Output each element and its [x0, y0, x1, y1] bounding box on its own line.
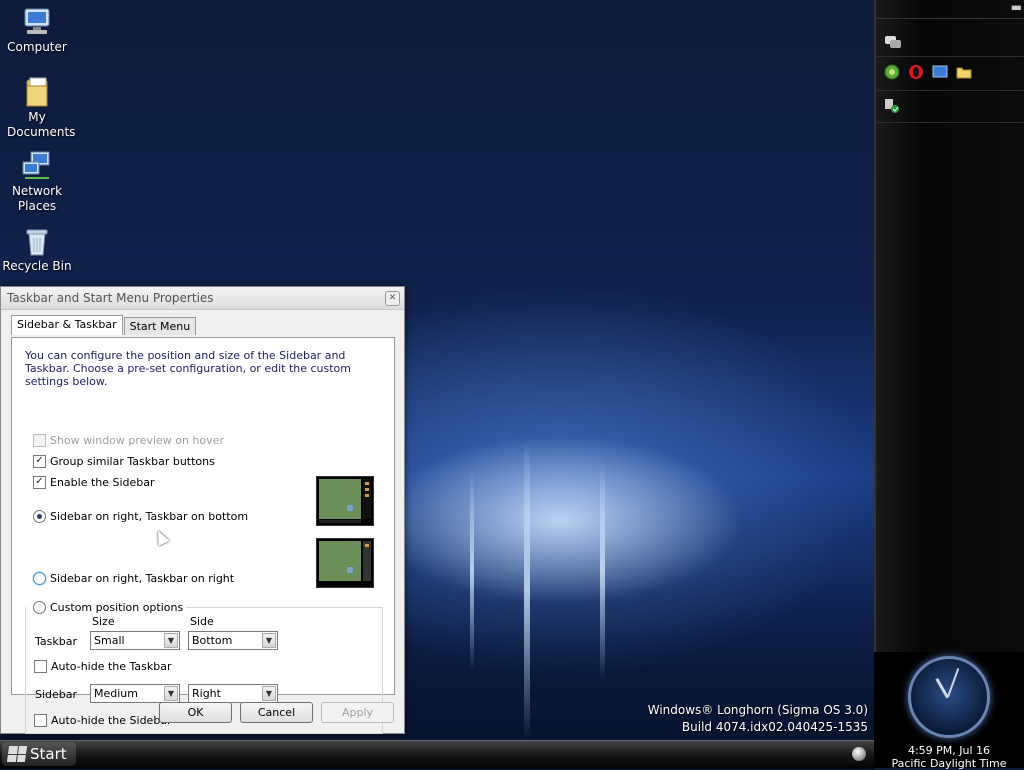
- desktop-icon-recycle-bin[interactable]: Recycle Bin: [0, 225, 74, 274]
- chat-bubble-icon[interactable]: [884, 34, 901, 50]
- folder-icon[interactable]: [956, 64, 972, 80]
- tab-sidebar-taskbar[interactable]: Sidebar & Taskbar: [11, 315, 123, 335]
- dialog-description: You can configure the position and size …: [25, 349, 352, 388]
- screen-icon[interactable]: [932, 64, 948, 80]
- desktop-icon-my-documents[interactable]: My Documents: [0, 76, 76, 140]
- green-orb-icon[interactable]: [884, 64, 900, 80]
- sidebar-quick-launch: [884, 64, 972, 80]
- apply-button[interactable]: Apply: [321, 702, 394, 723]
- taskbar-size-dropdown[interactable]: Small ▼: [90, 631, 180, 650]
- chevron-down-icon: ▼: [262, 686, 276, 701]
- taskbar-side-dropdown[interactable]: Bottom ▼: [188, 631, 278, 650]
- watermark-line-2: Build 4074.idx02.040425-1535: [681, 720, 868, 734]
- desktop-icon-network-places[interactable]: Network Places: [0, 150, 74, 214]
- windows-logo-icon: [6, 746, 28, 762]
- taskbar-side-value: Bottom: [192, 634, 233, 647]
- clock-time-text: 4:59 PM, Jul 16: [907, 744, 991, 757]
- show-preview-label: Show window preview on hover: [50, 434, 224, 447]
- dialog-title: Taskbar and Start Menu Properties: [7, 291, 214, 305]
- task-check-icon[interactable]: [884, 98, 900, 114]
- group-buttons-label[interactable]: Group similar Taskbar buttons: [50, 455, 215, 468]
- tab-panel: You can configure the position and size …: [11, 337, 395, 734]
- side-column-header: Side: [190, 615, 214, 628]
- sidebar-row-messenger: [884, 34, 901, 50]
- cancel-button[interactable]: Cancel: [240, 702, 313, 723]
- tab-start-menu[interactable]: Start Menu: [123, 317, 197, 335]
- opera-icon[interactable]: [908, 64, 924, 80]
- radio-button[interactable]: [33, 572, 46, 585]
- preview-taskbar-right-image: [316, 538, 374, 588]
- autohide-taskbar-checkbox[interactable]: [34, 660, 47, 673]
- desktop-icon-label: Network Places: [11, 184, 63, 213]
- size-column-header: Size: [92, 615, 115, 628]
- recycle-bin-icon: [21, 225, 53, 257]
- computer-icon: [21, 6, 53, 38]
- sidebar-side-dropdown[interactable]: Right ▼: [188, 684, 278, 703]
- desktop-icon-label: Recycle Bin: [2, 259, 72, 273]
- chevron-down-icon: ▼: [164, 686, 178, 701]
- dialog-tabs: Sidebar & Taskbar Start Menu: [11, 315, 197, 335]
- dialog-titlebar[interactable]: Taskbar and Start Menu Properties ✕: [1, 287, 404, 310]
- sidebar-separator: [876, 122, 1024, 123]
- tray-orb-icon[interactable]: [852, 747, 866, 761]
- radio-label[interactable]: Sidebar on right, Taskbar on bottom: [50, 510, 248, 523]
- taskbar-properties-dialog: Taskbar and Start Menu Properties ✕ Side…: [0, 286, 405, 734]
- clock-timezone-text: Pacific Daylight Time: [891, 757, 1007, 770]
- radio-button[interactable]: [33, 601, 46, 614]
- desktop-icon-label: My Documents: [7, 110, 76, 139]
- dialog-close-icon[interactable]: ✕: [385, 291, 400, 306]
- option-enable-sidebar[interactable]: ✓ Enable the Sidebar: [33, 476, 155, 489]
- desktop-icon-label: Computer: [7, 40, 67, 54]
- preview-taskbar-bottom-image: [316, 476, 374, 526]
- radio-label[interactable]: Sidebar on right, Taskbar on right: [50, 572, 234, 585]
- sidebar-side-value: Right: [192, 687, 221, 700]
- build-watermark: Windows® Longhorn (Sigma OS 3.0) Build 4…: [648, 702, 868, 736]
- sidebar-close-icon[interactable]: ▬: [1011, 0, 1022, 14]
- clock-minute-hand: [947, 668, 960, 697]
- documents-folder-icon: [21, 76, 53, 108]
- taskbar: Start: [0, 740, 874, 769]
- enable-sidebar-checkbox[interactable]: ✓: [33, 476, 46, 489]
- sidebar-size-dropdown[interactable]: Medium ▼: [90, 684, 180, 703]
- radio-sidebar-right-taskbar-right[interactable]: Sidebar on right, Taskbar on right: [33, 572, 234, 585]
- taskbar-row-label: Taskbar: [35, 635, 77, 648]
- chevron-down-icon: ▼: [164, 633, 178, 648]
- sidebar-top-bar: ▬: [876, 0, 1024, 19]
- chevron-down-icon: ▼: [262, 633, 276, 648]
- autohide-taskbar-label[interactable]: Auto-hide the Taskbar: [51, 660, 172, 673]
- autohide-sidebar-checkbox[interactable]: [34, 714, 47, 727]
- radio-custom-position[interactable]: Custom position options: [33, 601, 187, 614]
- option-autohide-taskbar[interactable]: Auto-hide the Taskbar: [34, 660, 172, 673]
- desktop-icon-computer[interactable]: Computer: [0, 6, 74, 55]
- sidebar-separator: [876, 90, 1024, 91]
- option-group-buttons[interactable]: ✓ Group similar Taskbar buttons: [33, 455, 215, 468]
- light-streak: [470, 470, 474, 670]
- group-buttons-checkbox[interactable]: ✓: [33, 455, 46, 468]
- watermark-line-1: Windows® Longhorn (Sigma OS 3.0): [647, 703, 868, 717]
- ok-button[interactable]: OK: [159, 702, 232, 723]
- option-show-preview: Show window preview on hover: [33, 434, 224, 447]
- start-button[interactable]: Start: [2, 742, 76, 766]
- sidebar: ▬: [874, 0, 1024, 652]
- taskbar-size-value: Small: [94, 634, 125, 647]
- show-preview-checkbox: [33, 434, 46, 447]
- autohide-sidebar-label[interactable]: Auto-hide the Sidebar: [51, 714, 172, 727]
- analog-clock-icon[interactable]: [908, 656, 990, 738]
- radio-button-selected[interactable]: [33, 510, 46, 523]
- light-streak: [524, 440, 530, 740]
- network-icon: [21, 150, 53, 182]
- sidebar-tasks: [884, 98, 900, 114]
- enable-sidebar-label[interactable]: Enable the Sidebar: [50, 476, 155, 489]
- option-autohide-sidebar[interactable]: Auto-hide the Sidebar: [34, 714, 172, 727]
- radio-label[interactable]: Custom position options: [50, 601, 183, 614]
- sidebar-size-value: Medium: [94, 687, 138, 700]
- sidebar-clock-panel: 4:59 PM, Jul 16 Pacific Daylight Time: [874, 652, 1024, 770]
- start-button-label: Start: [30, 745, 67, 763]
- sidebar-row-label: Sidebar: [35, 688, 78, 701]
- sidebar-separator: [876, 56, 1024, 57]
- radio-sidebar-right-taskbar-bottom[interactable]: Sidebar on right, Taskbar on bottom: [33, 510, 248, 523]
- light-streak: [600, 460, 605, 680]
